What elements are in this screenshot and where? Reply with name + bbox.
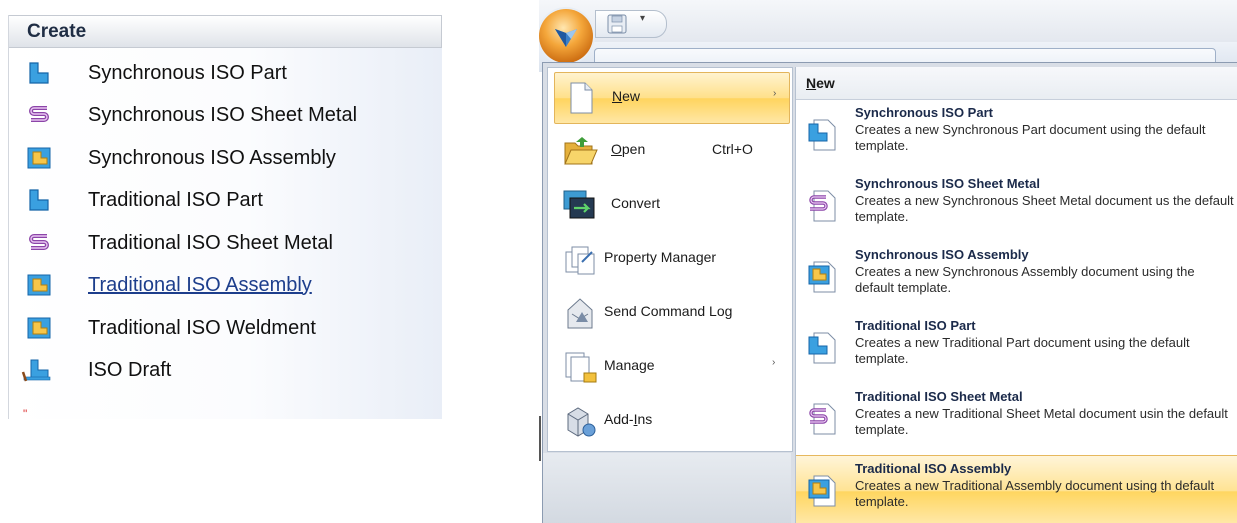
submenu-item-title: Synchronous ISO Sheet Metal — [855, 176, 1040, 191]
menu-item-label: Property Manager — [604, 249, 717, 265]
menu-item-label: Manage — [604, 357, 655, 373]
app-logo-icon — [555, 29, 577, 47]
submenu-item-description: Creates a new Traditional Sheet Metal do… — [855, 406, 1228, 437]
sheet-metal-icon — [809, 403, 836, 435]
menu-item-send-command-log[interactable]: Send Command Log — [554, 288, 788, 338]
create-header: Create — [9, 15, 442, 48]
menu-item-label: Add-Ins — [604, 411, 653, 427]
submenu-item-title: Traditional ISO Assembly — [855, 461, 1012, 476]
create-item-traditional-part[interactable]: Traditional ISO Part — [9, 180, 442, 220]
menu-item-convert[interactable]: Convert — [554, 180, 788, 230]
assembly-icon — [808, 261, 836, 293]
manage-icon — [565, 352, 597, 383]
submenu-item-description: Creates a new Synchronous Sheet Metal do… — [855, 193, 1234, 224]
part-icon — [29, 62, 49, 84]
qat-dropdown-icon[interactable]: ▾ — [640, 13, 645, 24]
submenu-item-synchronous-part[interactable]: Synchronous ISO Part Creates a new Synch… — [796, 100, 1237, 170]
menu-item-label: Open — [611, 141, 646, 157]
menu-item-label: Send Command Log — [604, 303, 733, 319]
create-item-synchronous-part[interactable]: Synchronous ISO Part — [9, 53, 442, 93]
submenu-item-title: Synchronous ISO Assembly — [855, 247, 1029, 262]
quick-access-toolbar: ▾ — [595, 10, 667, 38]
application-menu: New › Open Ctrl+O Convert Property Manag… — [542, 62, 1237, 523]
application-menu-commands: New › Open Ctrl+O Convert Property Manag… — [547, 67, 793, 452]
create-panel: Create Synchronous ISO Part Synchronous … — [8, 15, 442, 421]
new-document-icon — [570, 82, 593, 114]
submenu-item-description: Creates a new Traditional Assembly docum… — [855, 478, 1215, 509]
property-manager-icon — [565, 246, 595, 275]
menu-item-manage[interactable]: Manage › — [554, 342, 788, 392]
create-item-iso-draft[interactable]: ISO Draft — [9, 350, 442, 390]
assembly-icon — [27, 274, 51, 296]
submenu-item-description: Creates a new Synchronous Part document … — [855, 122, 1206, 153]
create-item-label: Synchronous ISO Sheet Metal — [88, 103, 358, 126]
submenu-item-title: Synchronous ISO Part — [855, 105, 993, 120]
create-item-synchronous-assembly[interactable]: Synchronous ISO Assembly — [9, 138, 442, 178]
create-item-label: Traditional ISO Part — [88, 188, 263, 211]
submenu-item-description: Creates a new Synchronous Assembly docum… — [855, 264, 1195, 295]
footer-mark: " — [23, 407, 28, 421]
part-icon — [808, 332, 836, 364]
sheet-metal-icon — [29, 234, 49, 250]
menu-item-label: Convert — [611, 195, 661, 211]
submenu-item-description: Creates a new Traditional Part document … — [855, 335, 1190, 366]
submenu-item-traditional-assembly[interactable]: Traditional ISO Assembly Creates a new T… — [796, 455, 1237, 523]
submenu-item-synchronous-assembly[interactable]: Synchronous ISO Assembly Creates a new S… — [796, 242, 1237, 312]
new-submenu: New Synchronous ISO Part Creates a new S… — [795, 67, 1237, 523]
convert-icon — [563, 190, 595, 219]
submenu-item-title: Traditional ISO Sheet Metal — [855, 389, 1023, 404]
menu-item-shortcut: Ctrl+O — [712, 141, 753, 157]
create-item-label: Traditional ISO Sheet Metal — [88, 231, 333, 254]
sheet-metal-icon — [29, 106, 49, 122]
draft-icon — [21, 359, 51, 382]
application-button[interactable] — [539, 9, 593, 63]
save-icon[interactable] — [606, 14, 628, 34]
menu-item-add-ins[interactable]: Add-Ins — [554, 396, 788, 446]
submenu-item-traditional-part[interactable]: Traditional ISO Part Creates a new Tradi… — [796, 313, 1237, 383]
menu-item-label: New — [612, 88, 641, 104]
submenu-item-title: Traditional ISO Part — [855, 318, 976, 333]
submenu-item-synchronous-sheet-metal[interactable]: Synchronous ISO Sheet Metal Creates a ne… — [796, 171, 1237, 241]
create-item-traditional-weldment[interactable]: Traditional ISO Weldment — [9, 308, 442, 348]
part-icon — [808, 119, 836, 151]
create-item-traditional-sheet-metal[interactable]: Traditional ISO Sheet Metal — [9, 223, 442, 263]
create-item-label: Synchronous ISO Part — [88, 61, 287, 84]
submenu-arrow-icon: › — [772, 357, 776, 368]
create-item-label: Traditional ISO Weldment — [88, 316, 316, 339]
menu-item-property-manager[interactable]: Property Manager — [554, 234, 788, 284]
submenu-item-traditional-sheet-metal[interactable]: Traditional ISO Sheet Metal Creates a ne… — [796, 384, 1237, 454]
create-item-traditional-assembly[interactable]: Traditional ISO Assembly — [9, 265, 442, 305]
application-window: ▾ New › Open Ctrl+O Convert Property Man… — [539, 0, 1237, 523]
create-item-synchronous-sheet-metal[interactable]: Synchronous ISO Sheet Metal — [9, 95, 442, 135]
open-folder-icon — [564, 137, 598, 165]
create-item-label: Traditional ISO Assembly — [88, 273, 312, 296]
submenu-header: New — [796, 67, 1237, 100]
sheet-metal-icon — [809, 190, 836, 222]
window-edge — [539, 416, 541, 461]
assembly-icon — [808, 475, 836, 507]
add-ins-icon — [567, 407, 596, 437]
menu-item-open[interactable]: Open Ctrl+O — [554, 126, 788, 176]
menu-item-new[interactable]: New › — [554, 72, 790, 124]
create-item-label: Synchronous ISO Assembly — [88, 146, 336, 169]
send-command-log-icon — [567, 298, 593, 329]
weldment-icon — [27, 317, 51, 339]
submenu-arrow-icon: › — [773, 88, 777, 99]
application-menu-footer — [543, 453, 791, 523]
create-item-label: ISO Draft — [88, 358, 172, 381]
assembly-icon — [27, 147, 51, 169]
part-icon — [29, 189, 49, 211]
